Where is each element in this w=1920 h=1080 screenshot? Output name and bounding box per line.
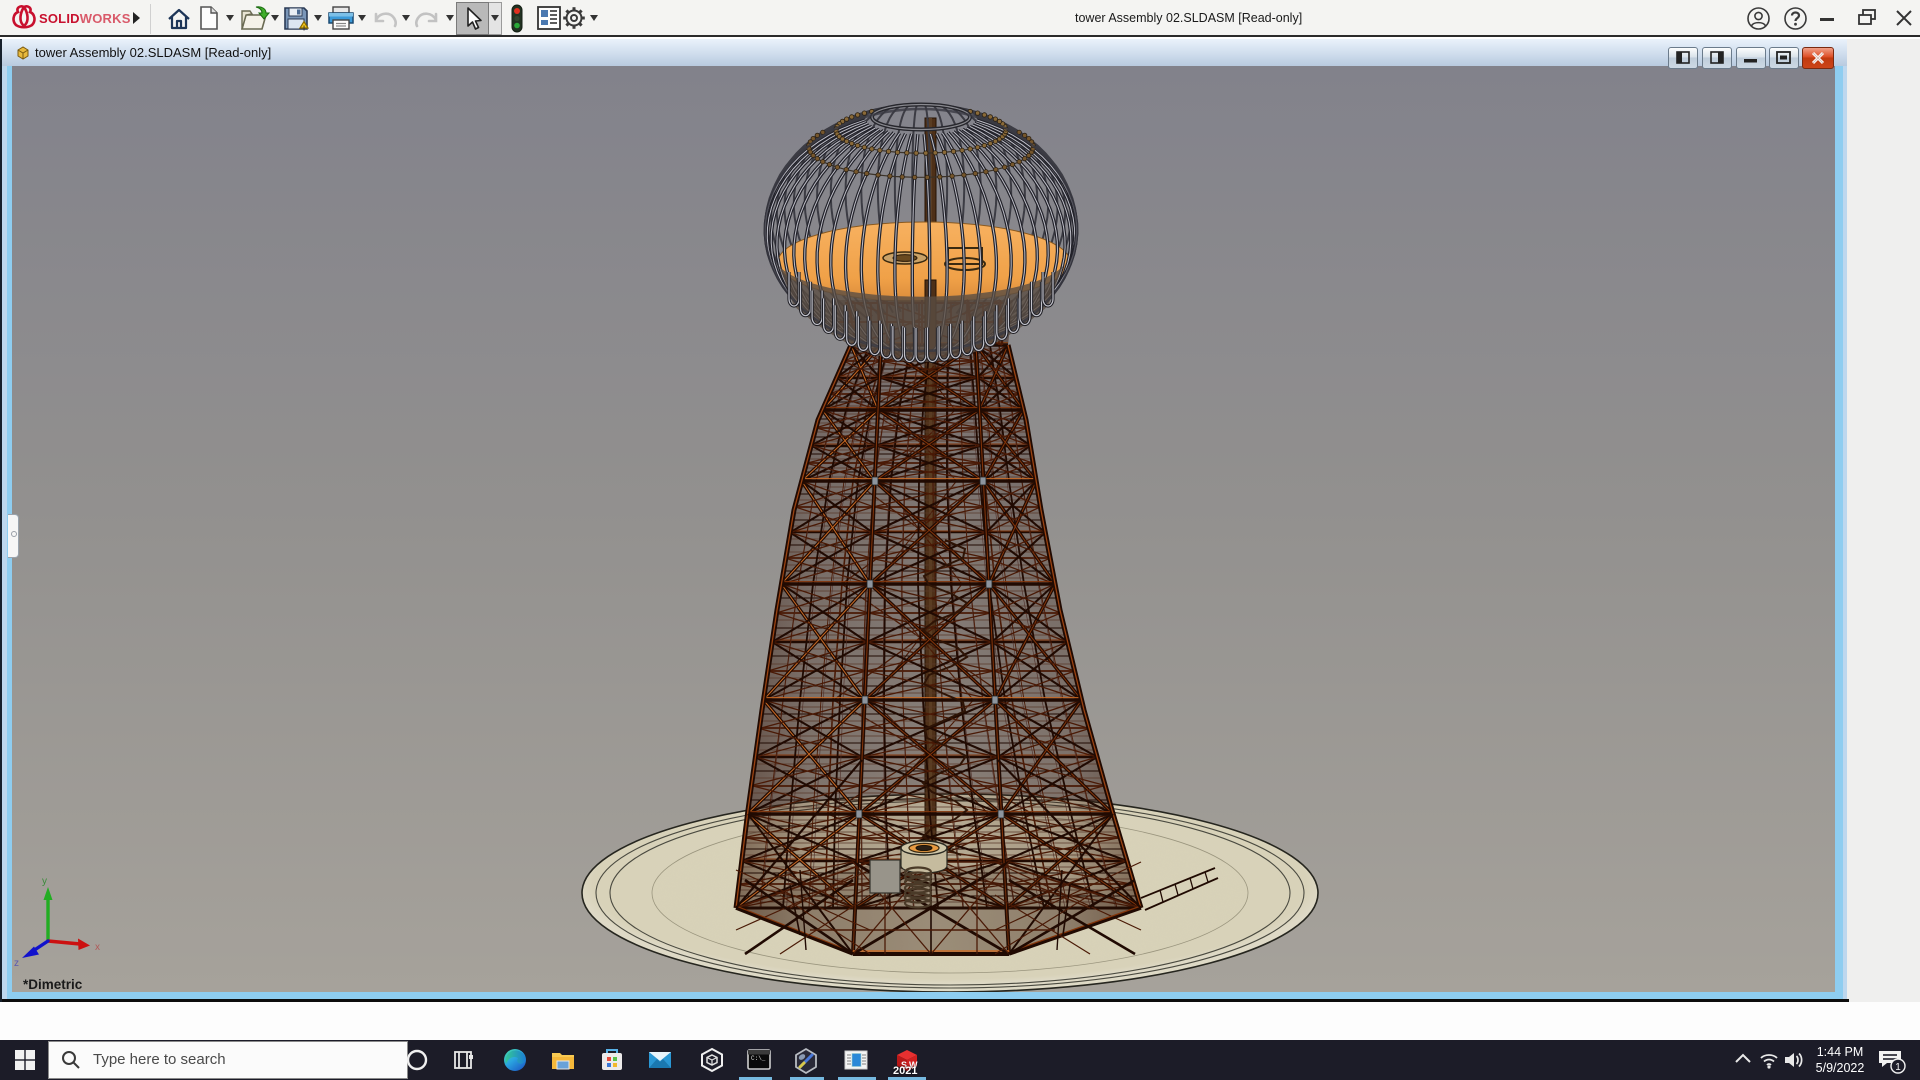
svg-text:1: 1 (1895, 1062, 1901, 1073)
svg-text:z: z (14, 958, 19, 969)
svg-text:*Dimetric: *Dimetric (23, 977, 83, 992)
svg-text:SOLIDWORKS: SOLIDWORKS (39, 11, 131, 26)
svg-text:y: y (42, 876, 47, 887)
svg-text:x: x (95, 942, 100, 953)
svg-text:!: ! (303, 26, 305, 32)
svg-text:C:\_: C:\_ (751, 1055, 766, 1062)
